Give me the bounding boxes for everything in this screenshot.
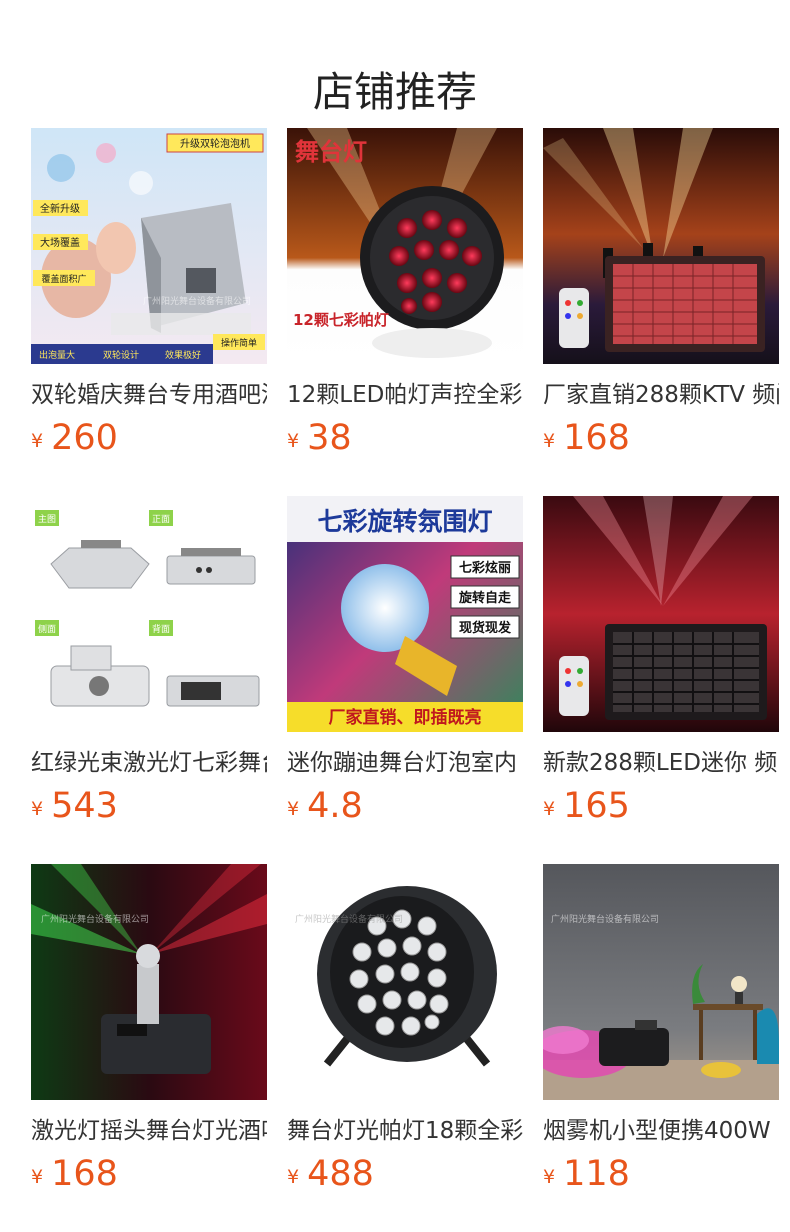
product-price: ¥260	[31, 418, 118, 458]
image-caption: 效果极好	[165, 349, 201, 361]
product-name[interactable]: 烟雾机小型便携400W	[543, 1114, 779, 1148]
product-image[interactable]: 舞台灯 12颗七彩帕灯	[287, 128, 523, 364]
product-name[interactable]: 12颗LED帕灯声控全彩	[287, 378, 523, 412]
image-badge: 全新升级	[40, 202, 80, 215]
product-image[interactable]: 广州阳光舞台设备有限公司	[287, 864, 523, 1100]
product-price: ¥4.8	[287, 786, 363, 826]
page-title: 店铺推荐	[313, 68, 477, 117]
currency-symbol: ¥	[31, 430, 44, 452]
product-price: ¥543	[31, 786, 118, 826]
currency-symbol: ¥	[543, 430, 556, 452]
product-image[interactable]	[543, 496, 779, 732]
image-tag: 主图	[38, 513, 56, 525]
product-name[interactable]: 厂家直销288颗KTV 频闪灯	[543, 378, 779, 412]
price-value: 260	[51, 418, 118, 458]
price-value: 168	[51, 1154, 118, 1194]
image-badge: 大场覆盖	[40, 236, 80, 249]
image-caption: 出泡量大	[39, 349, 75, 361]
product-image[interactable]: 主图 正面 侧面 背面	[31, 496, 267, 732]
image-badge: 现货现发	[459, 620, 512, 636]
product-name[interactable]: 舞台灯光帕灯18颗全彩	[287, 1114, 523, 1148]
currency-symbol: ¥	[31, 1166, 44, 1188]
product-image[interactable]: 广州阳光舞台设备有限公司	[31, 864, 267, 1100]
currency-symbol: ¥	[287, 798, 300, 820]
image-watermark: 广州阳光舞台设备有限公司	[41, 913, 149, 925]
currency-symbol: ¥	[31, 798, 44, 820]
product-image[interactable]	[543, 128, 779, 364]
image-watermark: 广州阳光舞台设备有限公司	[295, 913, 403, 925]
currency-symbol: ¥	[543, 798, 556, 820]
image-watermark: 广州阳光舞台设备有限公司	[551, 913, 659, 925]
price-value: 38	[307, 418, 352, 458]
product-name[interactable]: 迷你蹦迪舞台灯泡室内	[287, 746, 523, 780]
image-tag: 正面	[152, 514, 170, 525]
image-tag: 背面	[152, 623, 170, 635]
currency-symbol: ¥	[287, 1166, 300, 1188]
product-price: ¥165	[543, 786, 630, 826]
image-badge: 旋转自走	[458, 590, 512, 606]
product-price: ¥488	[287, 1154, 374, 1194]
image-caption: 双轮设计	[103, 349, 139, 361]
image-headline: 七彩旋转氛围灯	[317, 507, 492, 536]
image-badge: 七彩炫丽	[459, 560, 511, 576]
image-badge: 操作简单	[221, 337, 257, 349]
image-headline: 舞台灯	[295, 138, 367, 166]
image-badge: 覆盖面积广	[41, 273, 86, 285]
price-value: 488	[307, 1154, 374, 1194]
image-tag: 侧面	[38, 623, 56, 635]
currency-symbol: ¥	[287, 430, 300, 452]
price-value: 543	[51, 786, 118, 826]
image-watermark: 广州阳光舞台设备有限公司	[143, 295, 251, 307]
product-image[interactable]: 七彩旋转氛围灯 七彩炫丽 旋转自走 现货现发 厂家直销、即插既亮	[287, 496, 523, 732]
product-name[interactable]: 激光灯摇头舞台灯光酒吧	[31, 1114, 267, 1148]
product-price: ¥38	[287, 418, 352, 458]
product-price: ¥168	[543, 418, 630, 458]
image-caption: 12颗七彩帕灯	[293, 311, 389, 329]
currency-symbol: ¥	[543, 1166, 556, 1188]
price-value: 118	[563, 1154, 630, 1194]
price-value: 165	[563, 786, 630, 826]
image-badge: 升级双轮泡泡机	[180, 137, 250, 150]
product-image[interactable]: 广州阳光舞台设备有限公司	[543, 864, 779, 1100]
product-name[interactable]: 双轮婚庆舞台专用酒吧泡泡机	[31, 378, 267, 412]
product-image[interactable]: 升级双轮泡泡机 全新升级 大场覆盖 覆盖面积广 操作简单 出泡量大 双轮设计 效…	[31, 128, 267, 364]
product-price: ¥168	[31, 1154, 118, 1194]
product-name[interactable]: 新款288颗LED迷你 频闪灯	[543, 746, 779, 780]
product-price: ¥118	[543, 1154, 630, 1194]
price-value: 168	[563, 418, 630, 458]
price-value: 4.8	[307, 786, 363, 826]
product-name[interactable]: 红绿光束激光灯七彩舞台	[31, 746, 267, 780]
image-caption: 厂家直销、即插既亮	[329, 707, 482, 728]
